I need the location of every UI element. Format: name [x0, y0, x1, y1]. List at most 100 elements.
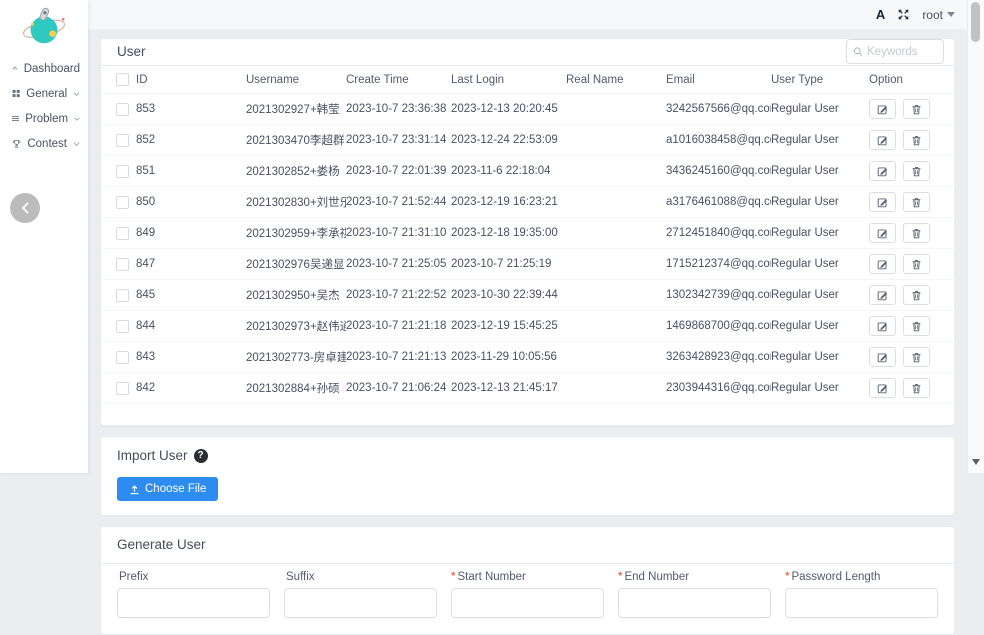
select-all-checkbox[interactable]	[116, 73, 129, 86]
row-checkbox[interactable]	[116, 382, 129, 395]
edit-user-button[interactable]	[869, 254, 896, 274]
edit-icon	[877, 352, 888, 363]
delete-user-button[interactable]	[903, 347, 930, 367]
delete-user-button[interactable]	[903, 223, 930, 243]
trophy-icon	[12, 138, 21, 150]
edit-user-button[interactable]	[869, 99, 896, 119]
row-checkbox[interactable]	[116, 289, 129, 302]
edit-user-button[interactable]	[869, 192, 896, 212]
page-item[interactable]	[874, 412, 896, 416]
grid-icon	[12, 88, 20, 99]
edit-icon	[877, 135, 888, 146]
edit-user-button[interactable]	[869, 347, 896, 367]
scrollbar-down-arrow-icon[interactable]	[972, 459, 980, 469]
delete-user-button[interactable]	[903, 378, 930, 398]
edit-icon	[877, 290, 888, 301]
generate-field: Prefix	[117, 571, 270, 618]
page-item[interactable]	[786, 412, 808, 416]
delete-user-button[interactable]	[903, 316, 930, 336]
delete-user-button[interactable]	[903, 254, 930, 274]
cell-create-time: 2023-10-7 23:31:14	[346, 125, 451, 156]
required-asterisk: *	[618, 571, 622, 583]
edit-user-button[interactable]	[869, 223, 896, 243]
edit-user-button[interactable]	[869, 285, 896, 305]
cell-email: 3242567566@qq.com	[666, 94, 771, 125]
fullscreen-icon[interactable]	[898, 9, 909, 20]
field-input[interactable]	[284, 588, 437, 618]
scrollbar-thumb[interactable]	[971, 2, 980, 42]
edit-user-button[interactable]	[869, 316, 896, 336]
generate-field: *Password Length	[785, 571, 938, 618]
page-item[interactable]	[720, 412, 742, 416]
cell-last-login: 2023-11-6 22:18:04	[451, 156, 566, 187]
sidebar-item-problem[interactable]: Problem	[0, 106, 88, 131]
username-label: root	[922, 8, 943, 22]
import-user-body: Choose File	[101, 469, 954, 515]
help-icon[interactable]: ?	[194, 449, 208, 463]
edit-icon	[877, 228, 888, 239]
row-checkbox[interactable]	[116, 258, 129, 271]
language-toggle-icon[interactable]: A	[876, 7, 885, 22]
field-input[interactable]	[117, 588, 270, 618]
field-input[interactable]	[785, 588, 938, 618]
search-box[interactable]	[846, 39, 944, 64]
cell-email: 1715212374@qq.com	[666, 249, 771, 280]
page-item[interactable]	[698, 412, 720, 416]
trash-icon	[911, 197, 922, 208]
field-label: Prefix	[119, 571, 148, 583]
cell-last-login: 2023-11-29 10:05:56	[451, 342, 566, 373]
page-item[interactable]	[764, 412, 786, 416]
choose-file-button[interactable]: Choose File	[117, 477, 218, 501]
table-row: 850 2021302830+刘世乐 2023-10-7 21:52:44 20…	[101, 187, 956, 218]
delete-user-button[interactable]	[903, 99, 930, 119]
trash-icon	[911, 259, 922, 270]
column-header: User Type	[771, 66, 869, 94]
page-item[interactable]	[742, 412, 764, 416]
row-checkbox[interactable]	[116, 351, 129, 364]
delete-user-button[interactable]	[903, 161, 930, 181]
edit-icon	[877, 321, 888, 332]
field-input[interactable]	[618, 588, 771, 618]
row-checkbox[interactable]	[116, 103, 129, 116]
sidebar-item-dashboard[interactable]: Dashboard	[0, 56, 88, 81]
page-item[interactable]	[918, 412, 940, 416]
cell-create-time: 2023-10-7 21:52:44	[346, 187, 451, 218]
cell-username: 2021302773-房卓建	[246, 342, 346, 373]
cell-create-time: 2023-10-7 21:06:24	[346, 373, 451, 404]
sidebar-item-general[interactable]: General	[0, 81, 88, 106]
field-label: End Number	[624, 571, 689, 583]
table-row: 853 2021302927+韩莹 2023-10-7 23:36:38 202…	[101, 94, 956, 125]
user-menu[interactable]: root	[922, 8, 955, 22]
cell-user-type: Regular User	[771, 249, 869, 280]
app-logo[interactable]	[0, 0, 88, 52]
page-item[interactable]	[896, 412, 918, 416]
delete-user-button[interactable]	[903, 192, 930, 212]
sidebar-item-contest[interactable]: Contest	[0, 131, 88, 156]
edit-user-button[interactable]	[869, 161, 896, 181]
trash-icon	[911, 383, 922, 394]
table-row: 845 2021302950+吴杰 2023-10-7 21:22:52 202…	[101, 280, 956, 311]
page-item[interactable]	[808, 412, 830, 416]
cell-create-time: 2023-10-7 23:36:38	[346, 94, 451, 125]
page-item[interactable]	[830, 412, 852, 416]
delete-user-button[interactable]	[903, 285, 930, 305]
row-checkbox[interactable]	[116, 196, 129, 209]
sidebar-collapse-button[interactable]	[10, 193, 40, 223]
row-checkbox[interactable]	[116, 134, 129, 147]
cell-last-login: 2023-12-13 20:20:45	[451, 94, 566, 125]
cell-email: 2712451840@qq.com	[666, 218, 771, 249]
field-label: Start Number	[457, 571, 525, 583]
page-item[interactable]	[852, 412, 874, 416]
cell-last-login: 2023-10-7 21:25:19	[451, 249, 566, 280]
row-checkbox[interactable]	[116, 165, 129, 178]
row-checkbox[interactable]	[116, 320, 129, 333]
edit-user-button[interactable]	[869, 378, 896, 398]
row-checkbox[interactable]	[116, 227, 129, 240]
cell-id: 853	[136, 94, 246, 125]
cell-username: 2021303470李超群	[246, 125, 346, 156]
delete-user-button[interactable]	[903, 130, 930, 150]
cell-id: 845	[136, 280, 246, 311]
field-input[interactable]	[451, 588, 604, 618]
search-input[interactable]	[867, 46, 937, 58]
edit-user-button[interactable]	[869, 130, 896, 150]
